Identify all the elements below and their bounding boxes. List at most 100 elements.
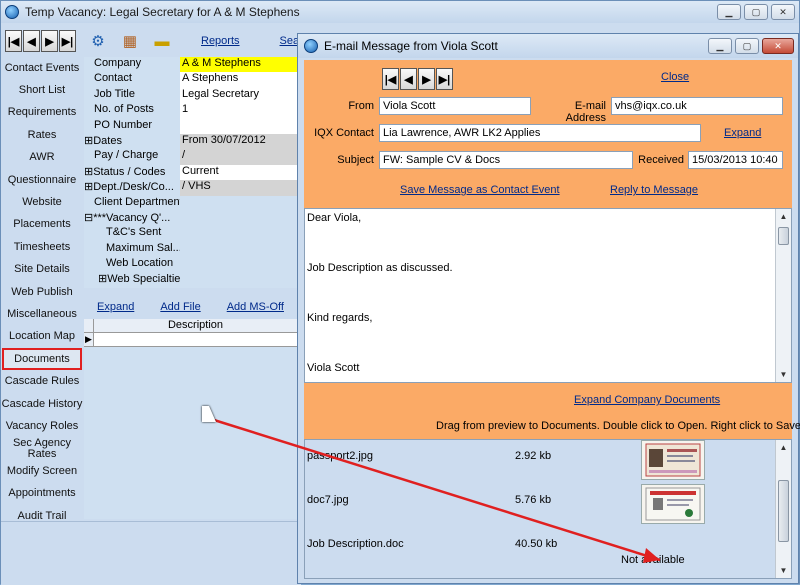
prev-message-icon[interactable]: ◀	[400, 68, 417, 90]
sidebar-item-sec-agency-rates[interactable]: Sec Agency Rates	[1, 437, 83, 460]
property-value[interactable]	[180, 118, 297, 134]
add-file-link[interactable]: Add File	[160, 301, 200, 313]
property-value[interactable]: 1	[180, 103, 297, 119]
sidebar-item-requirements[interactable]: Requirements	[1, 102, 83, 124]
property-value[interactable]	[180, 226, 297, 242]
reply-link[interactable]: Reply to Message	[610, 184, 698, 196]
sidebar-item-cascade-rules[interactable]: Cascade Rules	[1, 370, 83, 392]
note-icon[interactable]: ▬	[151, 30, 173, 52]
property-value[interactable]	[180, 257, 297, 273]
sidebar-item-timesheets[interactable]: Timesheets	[1, 236, 83, 258]
expand-plus-icon[interactable]: ⊞	[84, 181, 93, 193]
property-value[interactable]: Current	[180, 164, 297, 181]
property-value[interactable]: A & M Stephens	[180, 57, 297, 73]
expand-plus-icon[interactable]: ⊞	[84, 135, 93, 147]
property-row[interactable]: ⊟***Vacancy Q'...	[84, 210, 297, 227]
scroll-thumb[interactable]	[778, 227, 789, 245]
next-record-icon[interactable]: ▶	[41, 30, 58, 52]
globe-settings-icon[interactable]: ⚙	[87, 30, 109, 52]
sidebar-item-documents[interactable]: Documents	[2, 348, 82, 371]
email-close-window-button[interactable]: ✕	[762, 38, 794, 54]
sidebar-item-appointments[interactable]: Appointments	[1, 482, 83, 504]
last-message-icon[interactable]: ▶|	[436, 68, 453, 90]
first-message-icon[interactable]: |◀	[382, 68, 399, 90]
sidebar-item-rates[interactable]: Rates	[1, 124, 83, 146]
scroll-thumb[interactable]	[778, 480, 789, 542]
sidebar-item-contact-events[interactable]: Contact Events	[1, 57, 83, 79]
message-scrollbar[interactable]: ▲ ▼	[775, 209, 791, 382]
close-link[interactable]: Close	[661, 71, 689, 83]
prev-record-icon[interactable]: ◀	[23, 30, 40, 52]
property-value[interactable]	[180, 195, 297, 211]
collapse-minus-icon[interactable]: ⊟	[84, 212, 93, 224]
property-value[interactable]: From 30/07/2012	[180, 133, 297, 150]
from-field[interactable]: Viola Scott	[379, 97, 531, 115]
property-row[interactable]: Contact A Stephens	[84, 72, 297, 88]
property-row[interactable]: ⊞Dept./Desk/Co... / VHS	[84, 180, 297, 196]
property-row[interactable]: ⊞Web Specialties	[84, 272, 297, 288]
iqx-contact-field[interactable]: Lia Lawrence, AWR LK2 Applies	[379, 124, 701, 142]
property-row[interactable]: Job Title Legal Secretary	[84, 87, 297, 104]
scroll-up-icon[interactable]: ▲	[776, 209, 791, 224]
scroll-down-icon[interactable]: ▼	[776, 563, 791, 578]
property-value[interactable]: /	[180, 149, 297, 165]
sidebar-item-modify-screen[interactable]: Modify Screen	[1, 460, 83, 482]
property-value[interactable]: / VHS	[180, 180, 297, 196]
sidebar-item-location-map[interactable]: Location Map	[1, 326, 83, 348]
image-preview-thumbnail[interactable]	[641, 440, 705, 480]
expand-link[interactable]: Expand	[97, 301, 134, 313]
list-item[interactable]: passport2.jpg 2.92 kb	[305, 440, 775, 480]
sidebar-item-placements[interactable]: Placements	[1, 214, 83, 236]
sidebar-item-website[interactable]: Website	[1, 191, 83, 213]
save-contact-event-link[interactable]: Save Message as Contact Event	[400, 184, 560, 196]
sidebar-item-questionnaire[interactable]: Questionnaire	[1, 169, 83, 191]
description-column-header[interactable]: Description	[94, 319, 297, 332]
subject-field[interactable]: FW: Sample CV & Docs	[379, 151, 633, 169]
property-row[interactable]: T&C's Sent	[84, 226, 297, 242]
attachments-scrollbar[interactable]: ▲ ▼	[775, 440, 791, 578]
scroll-down-icon[interactable]: ▼	[776, 367, 791, 382]
sidebar-item-site-details[interactable]: Site Details	[1, 259, 83, 281]
property-row[interactable]: ⊞Dates From 30/07/2012	[84, 133, 297, 150]
email-maximize-button[interactable]: ▢	[735, 38, 759, 54]
property-value[interactable]	[180, 210, 297, 227]
expand-company-docs-link[interactable]: Expand Company Documents	[574, 394, 720, 406]
expand-plus-icon[interactable]: ⊞	[98, 273, 107, 285]
expand-contact-link[interactable]: Expand	[724, 127, 761, 139]
property-value[interactable]	[180, 272, 297, 288]
add-ms-office-link[interactable]: Add MS-Off	[227, 301, 284, 313]
property-row[interactable]: ⊞Status / Codes Current	[84, 164, 297, 181]
sidebar-item-cascade-history[interactable]: Cascade History	[1, 393, 83, 415]
list-item[interactable]: Job Description.doc 40.50 kb Not availab…	[305, 526, 775, 566]
property-row[interactable]: Web Location	[84, 257, 297, 273]
property-row[interactable]: Client Department	[84, 195, 297, 211]
property-value[interactable]	[180, 241, 297, 258]
sidebar-item-awr[interactable]: AWR	[1, 147, 83, 169]
property-row[interactable]: Company A & M Stephens	[84, 57, 297, 73]
image-preview-thumbnail[interactable]	[641, 484, 705, 524]
expand-plus-icon[interactable]: ⊞	[84, 166, 93, 178]
maximize-button[interactable]: ▢	[744, 4, 768, 20]
last-record-icon[interactable]: ▶|	[59, 30, 76, 52]
sidebar-item-miscellaneous[interactable]: Miscellaneous	[1, 303, 83, 325]
scroll-up-icon[interactable]: ▲	[776, 440, 791, 455]
email-address-field[interactable]: vhs@iqx.co.uk	[611, 97, 783, 115]
first-record-icon[interactable]: |◀	[5, 30, 22, 52]
property-row[interactable]: Pay / Charge /	[84, 149, 297, 165]
minimize-button[interactable]: ▁	[717, 4, 741, 20]
email-minimize-button[interactable]: ▁	[708, 38, 732, 54]
calendar-grid-icon[interactable]: ▦	[119, 30, 141, 52]
sidebar-item-web-publish[interactable]: Web Publish	[1, 281, 83, 303]
property-value[interactable]: Legal Secretary	[180, 87, 297, 104]
grid-row[interactable]: ▶	[84, 333, 297, 347]
property-row[interactable]: No. of Posts 1	[84, 103, 297, 119]
property-row[interactable]: PO Number	[84, 118, 297, 134]
message-body[interactable]: Dear Viola, Job Description as discussed…	[304, 208, 792, 383]
next-message-icon[interactable]: ▶	[418, 68, 435, 90]
received-field[interactable]: 15/03/2013 10:40	[688, 151, 783, 169]
list-item[interactable]: doc7.jpg 5.76 kb	[305, 482, 775, 524]
property-value[interactable]: A Stephens	[180, 72, 297, 88]
sidebar-item-vacancy-roles[interactable]: Vacancy Roles	[1, 415, 83, 437]
reports-link[interactable]: Reports	[201, 35, 240, 47]
sidebar-item-short-list[interactable]: Short List	[1, 79, 83, 101]
